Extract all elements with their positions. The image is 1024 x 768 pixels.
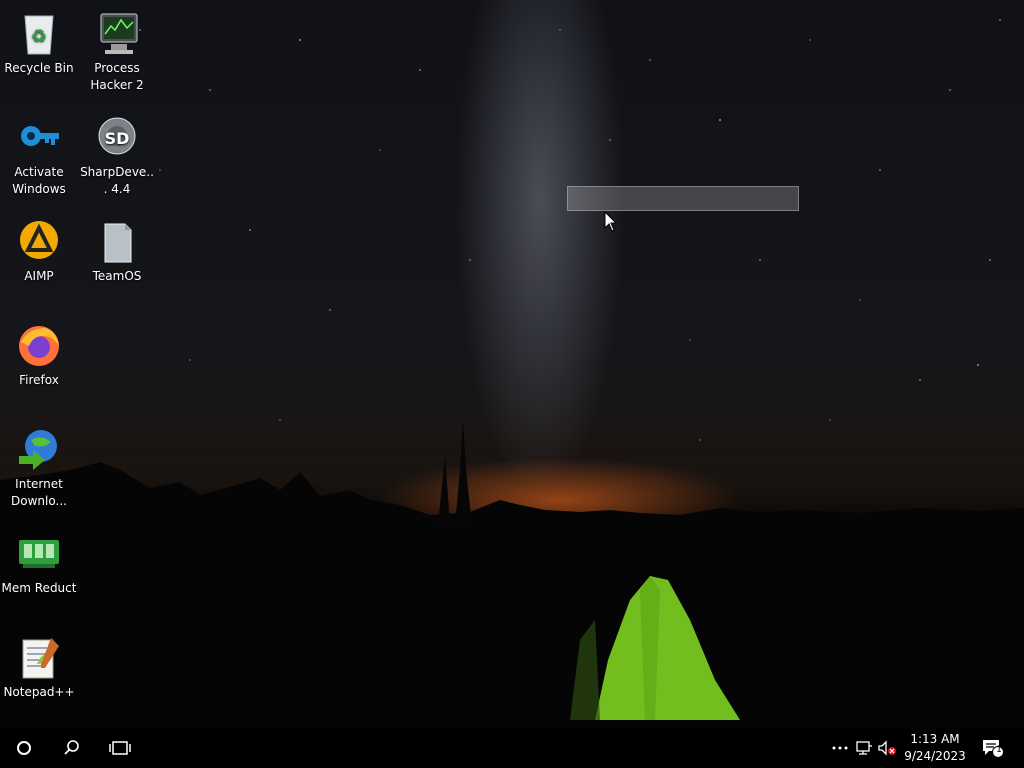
show-hidden-icons-icon bbox=[832, 746, 848, 750]
start-icon bbox=[17, 741, 31, 755]
clock[interactable]: 1:13 AM 9/24/2023 bbox=[900, 731, 970, 765]
desktop-icon-recycle-bin[interactable]: ♻ Recycle Bin bbox=[1, 10, 77, 77]
aimp-icon bbox=[20, 221, 58, 259]
desktop-icon-label: Firefox bbox=[19, 373, 59, 387]
desktop-icon-label: Mem Reduct bbox=[1, 581, 77, 595]
start-button[interactable] bbox=[0, 728, 48, 768]
task-view-icon bbox=[109, 741, 131, 755]
notepad-plus-plus-icon bbox=[22, 638, 59, 679]
network-button[interactable] bbox=[854, 738, 874, 758]
key-icon bbox=[21, 126, 59, 146]
mem-reduct-icon bbox=[19, 540, 59, 568]
network-icon bbox=[856, 741, 872, 755]
action-center-button[interactable]: 1 bbox=[982, 738, 1004, 758]
svg-text:SD: SD bbox=[105, 129, 130, 148]
desktop-icon-label: AIMP bbox=[24, 269, 54, 283]
desktop-icon-internet-download-manager[interactable]: Internet Downlo... bbox=[1, 426, 77, 510]
selection-rectangle bbox=[567, 186, 799, 211]
firefox-icon bbox=[19, 326, 59, 366]
desktop-icon-label: Process Hacker 2 bbox=[90, 61, 144, 92]
recycle-bin-icon: ♻ bbox=[24, 15, 54, 55]
desktop-icon-aimp[interactable]: AIMP bbox=[1, 218, 77, 285]
show-hidden-icons-button[interactable] bbox=[830, 738, 850, 758]
volume-muted-icon bbox=[878, 740, 896, 756]
clock-date: 9/24/2023 bbox=[904, 749, 966, 763]
notification-count: 1 bbox=[996, 745, 1002, 755]
desktop-icon-label: Recycle Bin bbox=[4, 61, 74, 75]
search-icon bbox=[64, 740, 79, 755]
taskbar: 1:13 AM 9/24/2023 1 bbox=[0, 728, 1024, 768]
desktop-icon-mem-reduct[interactable]: Mem Reduct bbox=[1, 530, 77, 597]
desktop-icon-notepad-plus-plus[interactable]: Notepad++ bbox=[1, 634, 77, 701]
desktop-icon-sharpdevelop[interactable]: SD SharpDeve... 4.4 bbox=[79, 114, 155, 198]
svg-text:♻: ♻ bbox=[31, 26, 47, 47]
desktop-icon-firefox[interactable]: Firefox bbox=[1, 322, 77, 389]
desktop-icon-label: SharpDeve... 4.4 bbox=[80, 165, 154, 196]
desktop-icon-label: Internet Downlo... bbox=[11, 477, 67, 508]
mouse-cursor-icon bbox=[604, 211, 618, 232]
desktop-icon-label: Notepad++ bbox=[3, 685, 75, 699]
desktop-icon-process-hacker[interactable]: Process Hacker 2 bbox=[79, 10, 155, 94]
internet-download-manager-icon bbox=[19, 430, 57, 470]
process-hacker-icon bbox=[100, 13, 138, 54]
desktop-icon-teamos[interactable]: TeamOS bbox=[79, 218, 155, 285]
desktop-icon-activate-windows[interactable]: Activate Windows bbox=[1, 114, 77, 198]
desktop-icon-label: Activate Windows bbox=[12, 165, 66, 196]
search-button[interactable] bbox=[48, 728, 96, 768]
teamos-icon bbox=[104, 223, 132, 263]
clock-time: 1:13 AM bbox=[910, 732, 960, 746]
task-view-button[interactable] bbox=[96, 728, 144, 768]
desktop-icon-label: TeamOS bbox=[92, 269, 142, 283]
volume-button[interactable] bbox=[877, 738, 897, 758]
sharpdevelop-icon: SD bbox=[98, 117, 136, 155]
